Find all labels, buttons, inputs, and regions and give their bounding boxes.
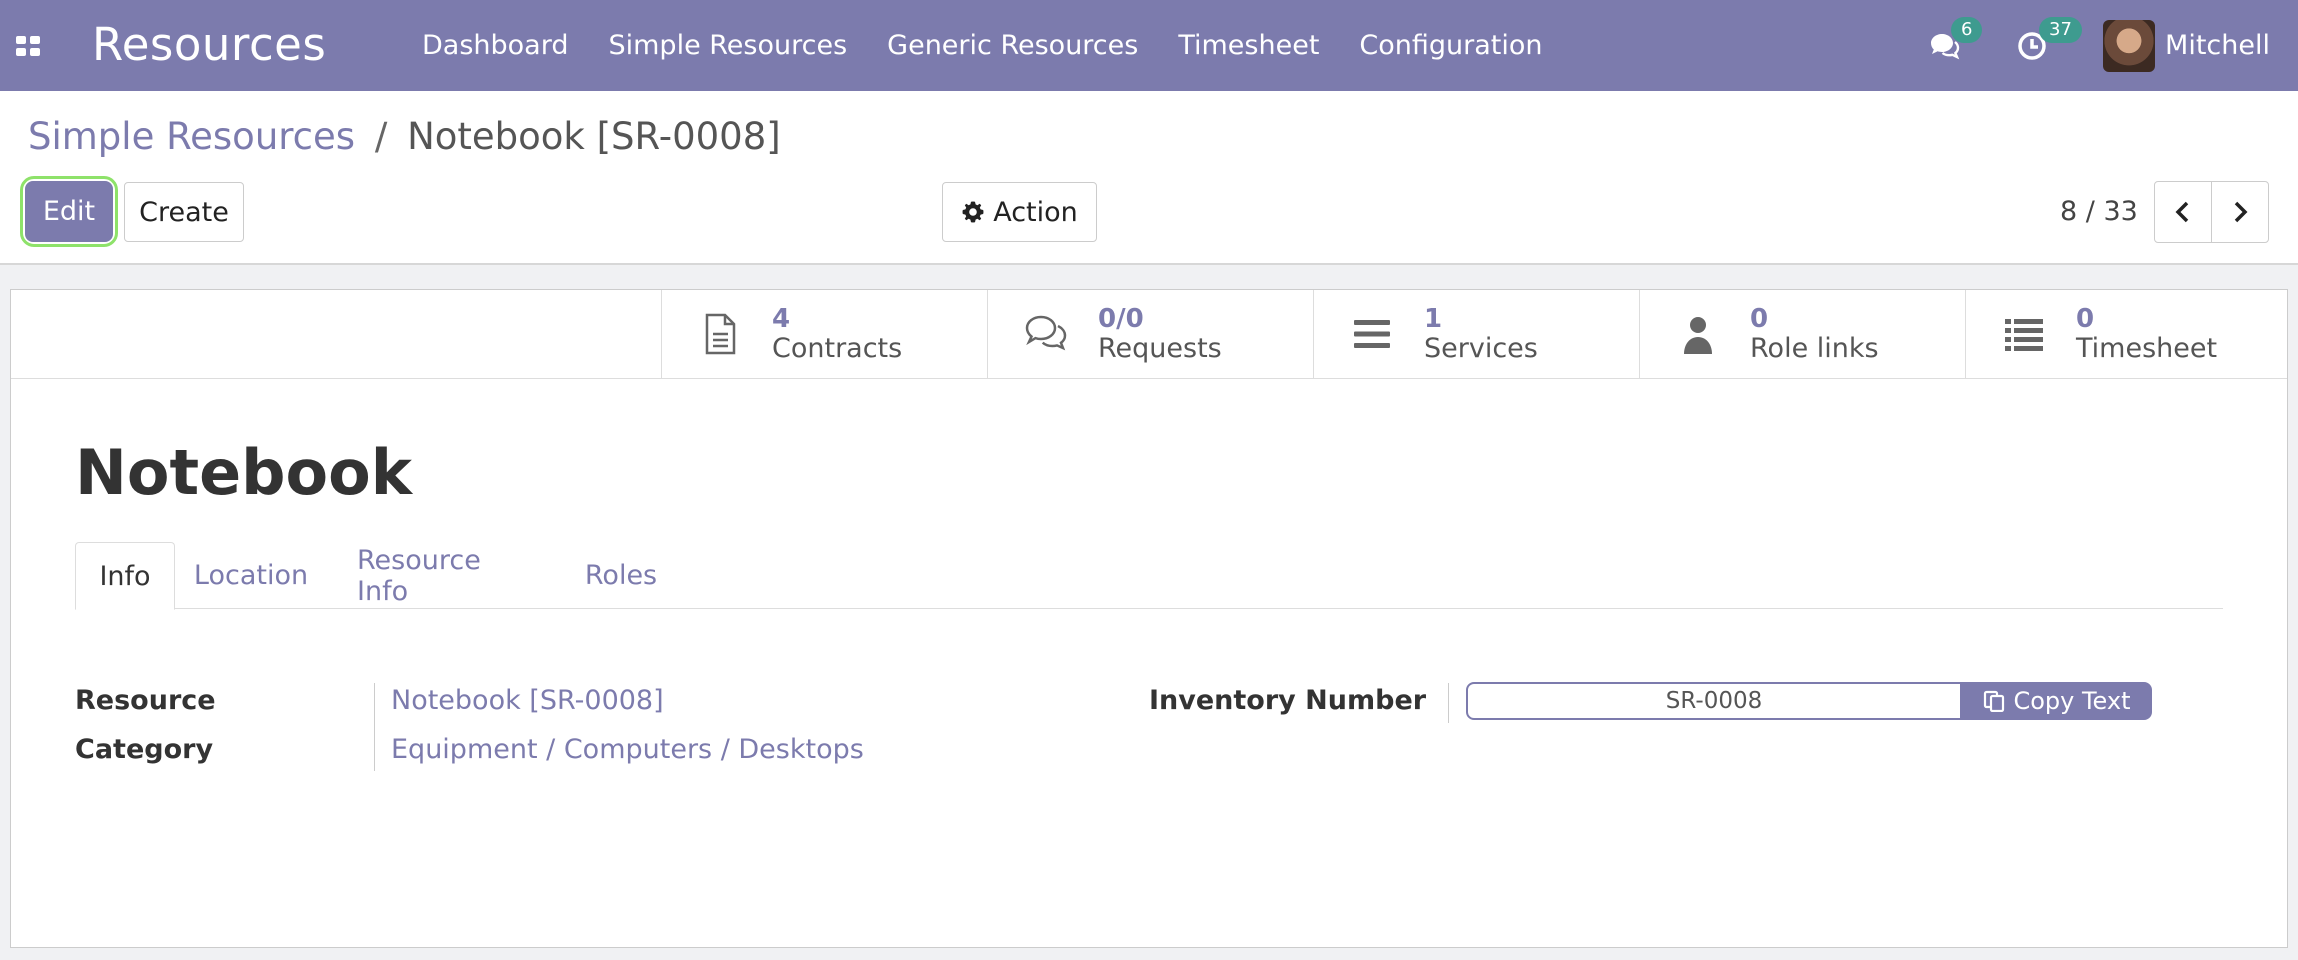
- notebook-tabs: Info Location Resource Info Roles: [75, 542, 2223, 610]
- chevron-left-icon: [2175, 201, 2189, 223]
- breadcrumb-separator: /: [374, 115, 388, 158]
- field-separator: [1448, 683, 1449, 723]
- timesheet-label: Timesheet: [2076, 333, 2218, 364]
- services-count: 1: [1424, 304, 1443, 334]
- edit-button[interactable]: Edit: [25, 181, 113, 242]
- menu-item-configuration[interactable]: Configuration: [1359, 30, 1542, 61]
- list-icon: [2005, 319, 2043, 351]
- field-separator: [374, 683, 375, 771]
- timesheet-count: 0: [2076, 304, 2095, 334]
- tab-info[interactable]: Info: [75, 542, 175, 610]
- breadcrumb-parent-link[interactable]: Simple Resources: [28, 115, 355, 158]
- resource-link[interactable]: Notebook [SR-0008]: [391, 685, 664, 716]
- timesheet-smart-button[interactable]: 0 Timesheet: [1965, 290, 2291, 378]
- menu-item-simple-resources[interactable]: Simple Resources: [608, 30, 847, 61]
- action-button[interactable]: Action: [942, 182, 1097, 242]
- systray: 6 37 Mitchell: [1927, 0, 2298, 91]
- copy-text-label: Copy Text: [2013, 687, 2131, 715]
- control-panel: Simple Resources / Notebook [SR-0008] Ed…: [0, 91, 2298, 265]
- clipboard-icon: [1984, 690, 2005, 712]
- app-title[interactable]: Resources: [92, 18, 326, 71]
- copy-text-button[interactable]: Copy Text: [1962, 682, 2152, 720]
- create-button[interactable]: Create: [124, 182, 244, 242]
- avatar: [2103, 19, 2156, 72]
- inventory-copy-widget: SR-0008 Copy Text: [1466, 682, 2152, 720]
- breadcrumb-current: Notebook [SR-0008]: [407, 115, 781, 158]
- user-menu[interactable]: Mitchell: [2103, 19, 2270, 72]
- contracts-smart-button[interactable]: 4 Contracts: [661, 290, 987, 378]
- category-link[interactable]: Equipment / Computers / Desktops: [391, 734, 864, 765]
- category-label: Category: [75, 734, 214, 765]
- smart-button-box: 4 Contracts 0/0 Requests 1 Services 0 Ro…: [11, 290, 2287, 379]
- services-label: Services: [1424, 333, 1538, 364]
- requests-count: 0/0: [1098, 304, 1144, 334]
- pager-previous-button[interactable]: [2154, 181, 2212, 243]
- pager-value[interactable]: 8 / 33: [2060, 196, 2138, 227]
- contracts-label: Contracts: [772, 333, 903, 364]
- apps-menu-icon[interactable]: [16, 36, 40, 56]
- messages-tray[interactable]: 6: [1927, 16, 1983, 63]
- action-button-label: Action: [993, 196, 1078, 228]
- form-sheet: 4 Contracts 0/0 Requests 1 Services 0 Ro…: [10, 289, 2288, 948]
- breadcrumb: Simple Resources / Notebook [SR-0008]: [28, 115, 781, 158]
- tab-roles[interactable]: Roles: [579, 542, 663, 609]
- resource-label: Resource: [75, 685, 216, 716]
- role-links-smart-button[interactable]: 0 Role links: [1639, 290, 1965, 378]
- record-title: Notebook: [75, 436, 412, 509]
- comments-icon: [1025, 315, 1067, 351]
- requests-label: Requests: [1098, 333, 1222, 364]
- requests-smart-button[interactable]: 0/0 Requests: [987, 290, 1313, 378]
- gear-icon: [962, 201, 984, 223]
- role-links-count: 0: [1750, 304, 1769, 334]
- document-icon: [705, 313, 736, 355]
- inventory-number-label: Inventory Number: [1149, 685, 1427, 716]
- chevron-right-icon: [2234, 201, 2248, 223]
- menu-item-generic-resources[interactable]: Generic Resources: [887, 30, 1138, 61]
- menu-item-dashboard[interactable]: Dashboard: [422, 30, 568, 61]
- top-navbar: Resources Dashboard Simple Resources Gen…: [0, 0, 2298, 91]
- edit-button-focus-ring: Edit: [20, 176, 118, 247]
- activities-tray[interactable]: 37: [2015, 16, 2082, 63]
- user-icon: [1684, 317, 1712, 354]
- contracts-count: 4: [772, 304, 791, 334]
- role-links-label: Role links: [1750, 333, 1879, 364]
- main-menu: Dashboard Simple Resources Generic Resou…: [422, 0, 1583, 91]
- tab-resource-info[interactable]: Resource Info: [357, 542, 531, 609]
- services-smart-button[interactable]: 1 Services: [1313, 290, 1639, 378]
- tab-location[interactable]: Location: [189, 542, 313, 609]
- menu-item-timesheet[interactable]: Timesheet: [1178, 30, 1319, 61]
- pager-next-button[interactable]: [2211, 181, 2269, 243]
- inventory-number-value[interactable]: SR-0008: [1466, 682, 1962, 720]
- bars-icon: [1354, 320, 1390, 348]
- user-name: Mitchell: [2165, 30, 2270, 61]
- messages-count-badge: 6: [1951, 16, 1983, 43]
- activities-count-badge: 37: [2039, 16, 2082, 43]
